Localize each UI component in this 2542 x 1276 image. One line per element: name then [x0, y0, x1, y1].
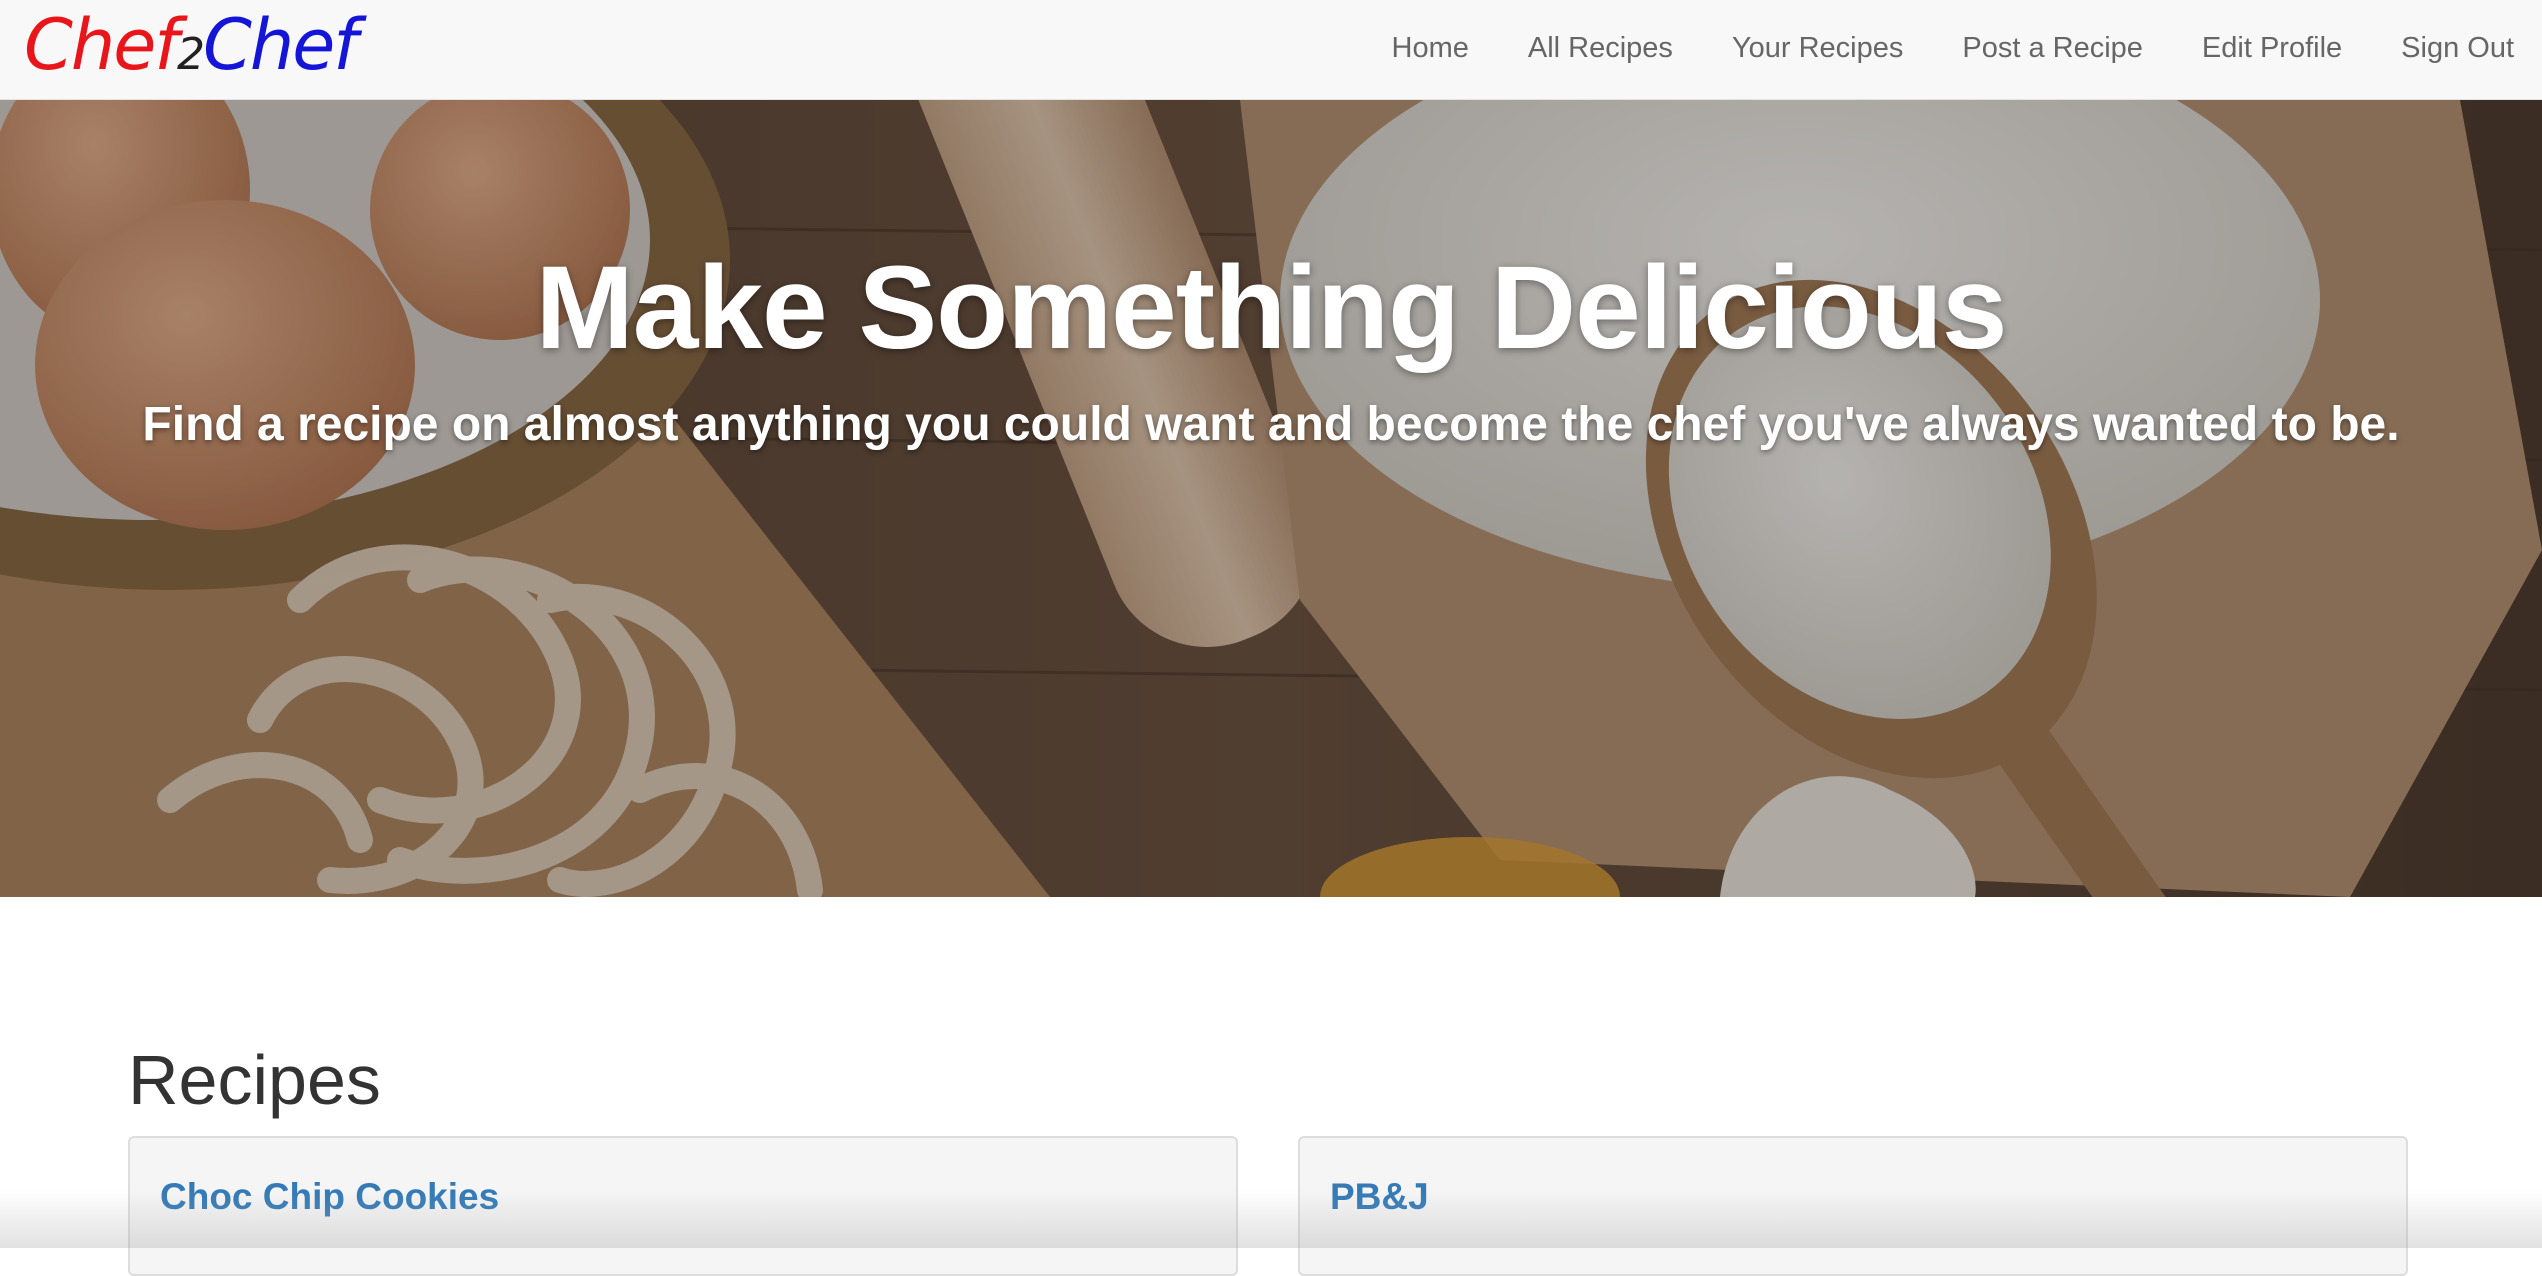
nav-edit-profile[interactable]: Edit Profile [2202, 32, 2342, 65]
navbar: Chef2Chef Home All Recipes Your Recipes … [0, 0, 2542, 100]
brand-part-1: Chef [24, 4, 179, 86]
brand-part-3: Chef [202, 4, 358, 86]
recipe-card[interactable]: Choc Chip Cookies [128, 1136, 1238, 1276]
recipe-card[interactable]: PB&J [1298, 1136, 2408, 1276]
hero-overlay [0, 100, 2542, 897]
brand-part-2: 2 [176, 29, 205, 80]
nav-sign-out[interactable]: Sign Out [2401, 32, 2514, 65]
nav-home[interactable]: Home [1392, 32, 1469, 65]
nav-your-recipes[interactable]: Your Recipes [1732, 32, 1903, 65]
hero-banner: Make Something Delicious Find a recipe o… [0, 100, 2542, 897]
brand-logo[interactable]: Chef2Chef [24, 2, 358, 98]
hero-subtitle: Find a recipe on almost anything you cou… [142, 398, 2400, 451]
recipe-card-title[interactable]: PB&J [1330, 1176, 1429, 1218]
recipe-card-title[interactable]: Choc Chip Cookies [160, 1176, 499, 1218]
nav-all-recipes[interactable]: All Recipes [1528, 32, 1673, 65]
recipes-heading: Recipes [128, 1041, 381, 1119]
nav-post-recipe[interactable]: Post a Recipe [1962, 32, 2143, 65]
hero-title: Make Something Delicious [535, 242, 2008, 374]
nav-links: Home All Recipes Your Recipes Post a Rec… [1333, 0, 2514, 96]
